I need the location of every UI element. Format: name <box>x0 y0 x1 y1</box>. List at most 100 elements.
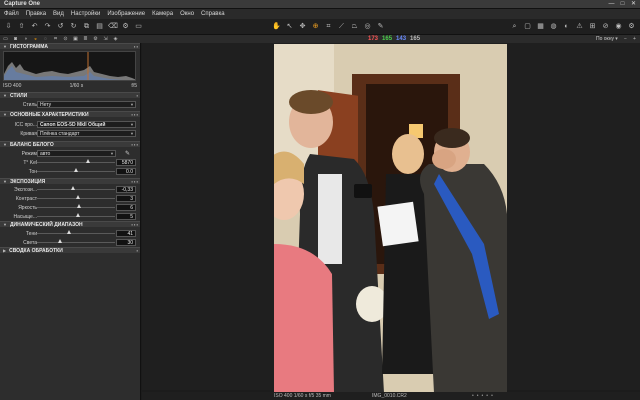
crop-icon[interactable]: ⌗ <box>324 22 333 31</box>
wb-temp-slider[interactable] <box>37 159 115 163</box>
pan-icon[interactable]: ✥ <box>298 22 307 31</box>
eyedropper-icon[interactable]: ✎ <box>125 150 130 157</box>
dynamic-range-header[interactable]: ▼ ДИНАМИЧЕСКИЙ ДИАПАЗОН ▪ ▪ ▪ <box>0 221 140 228</box>
slider-thumb[interactable] <box>66 230 71 234</box>
exposure-tab-icon[interactable]: ◒ <box>32 35 39 43</box>
image-viewer[interactable] <box>142 43 640 393</box>
panel-menu-icon[interactable]: ▪ <box>137 248 138 254</box>
menu-file[interactable]: Файл <box>4 9 19 19</box>
adjustments-tab-icon[interactable]: ▣ <box>72 35 79 43</box>
slider-thumb[interactable] <box>86 159 91 163</box>
panel-menu-icon[interactable]: ▪ ▪ ▪ <box>132 142 138 148</box>
slider-thumb[interactable] <box>74 168 78 172</box>
exposure-warning-icon[interactable]: ⚠ <box>575 22 584 31</box>
rating-dot[interactable]: • <box>482 392 484 400</box>
zoom-icon[interactable]: ⊕ <box>311 22 320 31</box>
contrast-slider[interactable] <box>37 195 115 199</box>
histogram-header[interactable]: ▼ ГИСТОГРАММА ▪ ▪ <box>0 43 140 50</box>
saturation-field[interactable]: 5 <box>116 213 136 220</box>
menu-window[interactable]: Окно <box>180 9 194 19</box>
copy-icon[interactable]: ⧉ <box>82 22 91 31</box>
slider-thumb[interactable] <box>70 186 75 190</box>
brightness-field[interactable]: 6 <box>116 204 136 211</box>
metadata-tab-icon[interactable]: ≣ <box>82 35 89 43</box>
settings-icon[interactable]: ⚙ <box>627 22 636 31</box>
wb-tint-field[interactable]: 0.0 <box>116 168 136 175</box>
chevron-down-icon[interactable]: ▾ <box>613 35 620 43</box>
select-icon[interactable]: ↖ <box>285 22 294 31</box>
panel-menu-icon[interactable]: ▪ ▪ <box>134 44 138 50</box>
slider-thumb[interactable] <box>75 195 80 199</box>
contrast-field[interactable]: 3 <box>116 195 136 202</box>
exposure-slider[interactable] <box>37 186 115 190</box>
menu-settings[interactable]: Настройки <box>71 9 100 19</box>
rotate-right-icon[interactable]: ↻ <box>69 22 78 31</box>
focus-icon[interactable]: ◍ <box>549 22 558 31</box>
wb-tint-slider[interactable] <box>37 168 115 172</box>
proof-icon[interactable]: ◉ <box>614 22 623 31</box>
export-icon[interactable]: ⇧ <box>17 22 26 31</box>
composition-tab-icon[interactable]: ⌗ <box>52 35 59 43</box>
zoom-select[interactable]: По окну <box>596 35 614 43</box>
paste-icon[interactable]: ▤ <box>95 22 104 31</box>
exposure-field[interactable]: -0,33 <box>116 186 136 193</box>
panel-menu-icon[interactable]: ▪ ▪ ▪ <box>132 112 138 118</box>
plus-icon[interactable]: + <box>631 35 638 43</box>
icc-select[interactable]: Canon EOS-5D MkII Общий ▼ <box>37 121 136 128</box>
capture-tab-icon[interactable]: ◙ <box>12 35 19 43</box>
batch-tab-icon[interactable]: ⇲ <box>102 35 109 43</box>
highlights-slider[interactable] <box>37 239 115 243</box>
rating-dot[interactable]: • <box>472 392 474 400</box>
rating-dot[interactable]: • <box>486 392 488 400</box>
summary-header[interactable]: ▶ СВОДКА ОБРАБОТКИ ▪ <box>0 247 140 254</box>
delete-icon[interactable]: ⌫ <box>108 22 118 31</box>
hand-icon[interactable]: ✋ <box>272 22 281 31</box>
details-tab-icon[interactable]: ⊙ <box>62 35 69 43</box>
menu-camera[interactable]: Камера <box>152 9 173 19</box>
redo-icon[interactable]: ↷ <box>43 22 52 31</box>
exposure-header[interactable]: ▼ ЭКСПОЗИЦИЯ ▪ ▪ ▪ <box>0 178 140 185</box>
slider-thumb[interactable] <box>76 213 81 217</box>
menu-edit[interactable]: Правка <box>26 9 46 19</box>
minus-icon[interactable]: − <box>622 35 629 43</box>
undo-icon[interactable]: ↶ <box>30 22 39 31</box>
keystone-icon[interactable]: ⏢ <box>350 22 359 31</box>
shadows-field[interactable]: 41 <box>116 230 136 237</box>
menu-help[interactable]: Справка <box>201 9 225 19</box>
straighten-icon[interactable]: ⟋ <box>337 22 346 31</box>
search-icon[interactable]: ⌕ <box>510 22 519 31</box>
panel-menu-icon[interactable]: ▪ ▪ ▪ <box>132 222 138 228</box>
library-tab-icon[interactable]: ▭ <box>2 35 9 43</box>
curve-select[interactable]: Плёнка стандарт ▼ <box>37 130 136 137</box>
characteristics-header[interactable]: ▼ ОСНОВНЫЕ ХАРАКТЕРИСТИКИ ▪ ▪ ▪ <box>0 111 140 118</box>
brightness-slider[interactable] <box>37 204 115 208</box>
lens-tab-icon[interactable]: ◌ <box>42 35 49 43</box>
folder-icon[interactable]: ▭ <box>134 22 143 31</box>
maximize-button[interactable]: □ <box>618 1 627 8</box>
menu-image[interactable]: Изображение <box>107 9 145 19</box>
grid-icon[interactable]: ⊞ <box>588 22 597 31</box>
guides-icon[interactable]: ⊘ <box>601 22 610 31</box>
rating-dot[interactable]: • <box>491 392 493 400</box>
menu-view[interactable]: Вид <box>53 9 64 19</box>
process-icon[interactable]: ⚙ <box>121 22 130 31</box>
color-tab-icon[interactable]: ◑ <box>22 35 29 43</box>
slider-thumb[interactable] <box>77 204 82 208</box>
minimize-button[interactable]: — <box>607 1 616 8</box>
import-icon[interactable]: ⇩ <box>4 22 13 31</box>
white-balance-header[interactable]: ▼ БАЛАНС БЕЛОГО ▪ ▪ ▪ <box>0 141 140 148</box>
rating-stars[interactable]: • • • • • <box>472 392 493 400</box>
wb-temp-field[interactable]: 5870 <box>116 159 136 166</box>
picker-icon[interactable]: ✎ <box>376 22 385 31</box>
photo-preview[interactable] <box>274 44 507 393</box>
browser-icon[interactable]: ▦ <box>536 22 545 31</box>
highlights-field[interactable]: 30 <box>116 239 136 246</box>
shadows-slider[interactable] <box>37 230 115 234</box>
rating-dot[interactable]: • <box>477 392 479 400</box>
quick-tab-icon[interactable]: ◈ <box>112 35 119 43</box>
wb-mode-select[interactable]: авто ▼ <box>37 150 116 157</box>
viewer-icon[interactable]: ▢ <box>523 22 532 31</box>
style-select[interactable]: Нету ▼ <box>37 101 136 108</box>
output-tab-icon[interactable]: ⚙ <box>92 35 99 43</box>
compare-icon[interactable]: ◐ <box>562 22 571 31</box>
